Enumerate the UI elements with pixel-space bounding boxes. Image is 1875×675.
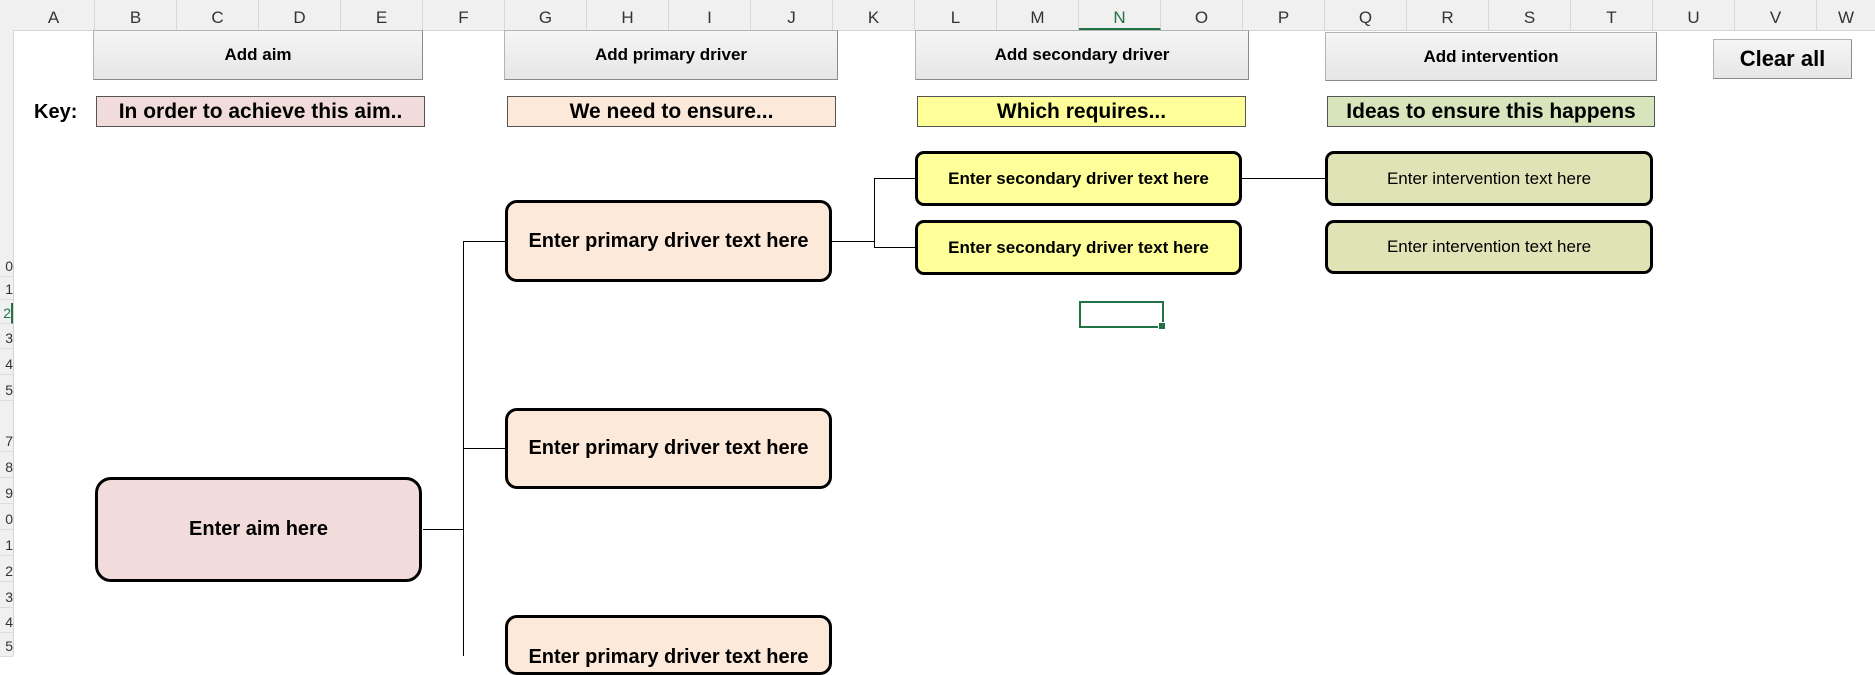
column-header-o[interactable]: O [1161, 0, 1243, 30]
key-intervention: Ideas to ensure this happens [1327, 96, 1655, 127]
column-header-q[interactable]: Q [1325, 0, 1407, 30]
row-header[interactable]: 7 [0, 431, 13, 452]
column-header-r[interactable]: R [1407, 0, 1489, 30]
column-header-e[interactable]: E [341, 0, 423, 30]
primary-connector [463, 241, 507, 242]
column-header-j[interactable]: J [751, 0, 833, 30]
row-header[interactable]: 3 [0, 587, 13, 608]
key-secondary-driver: Which requires... [917, 96, 1246, 127]
row-header[interactable]: 4 [0, 354, 13, 375]
primary-connector [463, 448, 507, 449]
key-label: Key: [34, 101, 78, 123]
intervention-box[interactable]: Enter intervention text here [1325, 220, 1653, 274]
row-header[interactable]: 1 [0, 279, 13, 300]
row-header[interactable]: 2 [0, 303, 13, 324]
active-cell-selection[interactable] [1079, 301, 1166, 330]
row-header[interactable]: 1 [0, 535, 13, 556]
secondary-driver-box[interactable]: Enter secondary driver text here [915, 220, 1242, 275]
add-aim-button[interactable]: Add aim [93, 30, 423, 80]
row-header[interactable]: 5 [0, 380, 13, 401]
row-header[interactable]: 5 [0, 636, 13, 657]
secondary-connector [874, 178, 917, 179]
row-header[interactable]: 3 [0, 328, 13, 349]
column-header-l[interactable]: L [915, 0, 997, 30]
column-header-a[interactable]: A [13, 0, 95, 30]
column-header-d[interactable]: D [259, 0, 341, 30]
column-header-f[interactable]: F [423, 0, 505, 30]
row-header[interactable]: 9 [0, 483, 13, 504]
column-header-g[interactable]: G [505, 0, 587, 30]
primary-driver-box[interactable]: Enter primary driver text here [505, 408, 832, 489]
aim-connector [423, 529, 463, 530]
column-header-u[interactable]: U [1653, 0, 1735, 30]
column-header-b[interactable]: B [95, 0, 177, 30]
row-header[interactable]: 0 [0, 256, 13, 277]
key-aim: In order to achieve this aim.. [96, 96, 425, 127]
intervention-box[interactable]: Enter intervention text here [1325, 151, 1653, 206]
column-header-k[interactable]: K [833, 0, 915, 30]
column-header-v[interactable]: V [1735, 0, 1817, 30]
row-header[interactable]: 0 [0, 509, 13, 530]
add-secondary-driver-button[interactable]: Add secondary driver [915, 30, 1249, 80]
column-header-p[interactable]: P [1243, 0, 1325, 30]
row-header[interactable]: 8 [0, 457, 13, 478]
column-header-c[interactable]: C [177, 0, 259, 30]
key-primary-driver: We need to ensure... [507, 96, 836, 127]
column-header-w[interactable]: W [1817, 0, 1875, 30]
primary-driver-box[interactable]: Enter primary driver text here [505, 200, 832, 282]
fill-handle[interactable] [1158, 322, 1166, 330]
intervention-connector [1240, 178, 1327, 179]
clear-all-button[interactable]: Clear all [1713, 39, 1852, 79]
row-header[interactable]: 4 [0, 612, 13, 633]
secondary-driver-box[interactable]: Enter secondary driver text here [915, 151, 1242, 206]
column-header-i[interactable]: I [669, 0, 751, 30]
column-header-n[interactable]: N [1079, 0, 1161, 30]
column-header-h[interactable]: H [587, 0, 669, 30]
secondary-connector [831, 241, 874, 242]
column-header-t[interactable]: T [1571, 0, 1653, 30]
column-header-s[interactable]: S [1489, 0, 1571, 30]
row-header[interactable]: 2 [0, 561, 13, 582]
secondary-connector [874, 247, 917, 248]
add-intervention-button[interactable]: Add intervention [1325, 32, 1657, 81]
primary-driver-box[interactable]: Enter primary driver text here [505, 615, 832, 675]
aim-box[interactable]: Enter aim here [95, 477, 422, 582]
column-header-m[interactable]: M [997, 0, 1079, 30]
add-primary-driver-button[interactable]: Add primary driver [504, 30, 838, 80]
secondary-bus-line [874, 178, 875, 248]
